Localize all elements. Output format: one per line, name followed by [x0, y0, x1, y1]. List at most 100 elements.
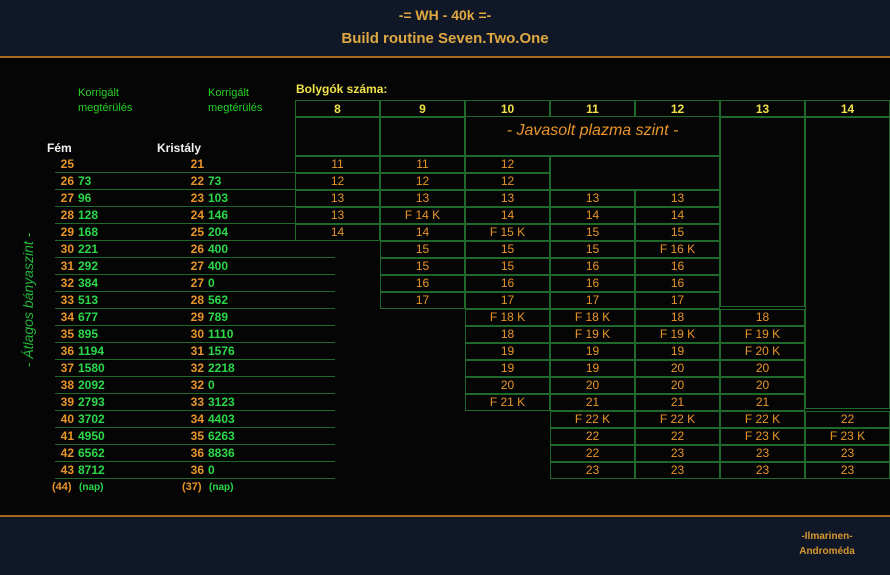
author-label: -Ilmarinen- [801, 531, 853, 542]
plasma-level-cell: 16 [635, 275, 720, 292]
kristaly-return: 562 [208, 293, 229, 307]
fem-return: 168 [78, 225, 99, 239]
fem-return: 4950 [78, 429, 105, 443]
kristaly-level: 24 [190, 208, 204, 222]
fem-level: 43 [60, 463, 74, 477]
plasma-level-cell: F 21 K [465, 394, 550, 411]
fem-return: 96 [78, 191, 92, 205]
kristaly-return: 400 [208, 242, 229, 256]
plasma-level-cell: 23 [550, 462, 635, 479]
fem-return: 513 [78, 293, 99, 307]
plasma-level-cell: 13 [635, 190, 720, 207]
page-subtitle: Build routine Seven.Two.One [341, 30, 549, 47]
plasma-level-cell: F 22 K [635, 411, 720, 428]
plasma-level-cell: 22 [550, 428, 635, 445]
fem-level: 36 [60, 344, 74, 358]
fem-level: 30 [60, 242, 74, 256]
kristaly-level: 27 [190, 259, 204, 273]
plasma-level-cell: F 19 K [635, 326, 720, 343]
plasma-level-cell: 18 [465, 326, 550, 343]
plasma-level-cell: 16 [465, 275, 550, 292]
fem-return: 384 [78, 276, 99, 290]
fem-return: 6562 [78, 446, 105, 460]
kristaly-level: 35 [190, 429, 204, 443]
plasma-level-cell: 23 [805, 445, 890, 462]
plasma-level-cell: F 23 K [720, 428, 805, 445]
fem-level: 37 [60, 361, 74, 375]
plasma-level-cell: 16 [380, 275, 465, 292]
planet-column-header: 10 [465, 100, 550, 117]
fem-return: 8712 [78, 463, 105, 477]
plasma-level-cell: 20 [635, 377, 720, 394]
plasma-level-cell: 14 [380, 224, 465, 241]
plasma-level-cell: 18 [720, 309, 805, 326]
fem-return: 1194 [78, 344, 105, 358]
fem-level: 26 [60, 174, 74, 188]
fem-level: 34 [60, 310, 74, 324]
plasma-level-cell: F 22 K [550, 411, 635, 428]
plasma-level-cell: 16 [635, 258, 720, 275]
kristaly-return: 73 [208, 174, 222, 188]
kristaly-return: 6263 [208, 429, 235, 443]
kristaly-return: 400 [208, 259, 229, 273]
plasma-level-cell: 23 [805, 462, 890, 479]
fem-return: 2793 [78, 395, 105, 409]
plasma-level-cell: 17 [635, 292, 720, 309]
plasma-level-cell: 11 [295, 156, 380, 173]
fem-level: 41 [60, 429, 74, 443]
plasma-level-cell: F 19 K [550, 326, 635, 343]
kristaly-return: 3123 [208, 395, 235, 409]
plasma-level-cell: 21 [550, 394, 635, 411]
fem-level: 31 [60, 259, 74, 273]
plasma-level-cell: 14 [465, 207, 550, 224]
plasma-level-cell: F 18 K [550, 309, 635, 326]
plasma-level-cell: 12 [465, 173, 550, 190]
kristaly-level: 23 [190, 191, 204, 205]
kristaly-level: 32 [190, 378, 204, 392]
fem-level: 35 [60, 327, 74, 341]
header-spacer [380, 117, 465, 156]
fem-korrigalt-label: Korrigált megtérülés [78, 87, 133, 114]
fem-level: 32 [60, 276, 74, 290]
fem-return: 3702 [78, 412, 105, 426]
fem-level: 28 [60, 208, 74, 222]
plasma-level-cell: 15 [380, 241, 465, 258]
plasma-level-cell: 14 [635, 207, 720, 224]
plasma-level-cell: 19 [550, 343, 635, 360]
plasma-level-cell: 13 [550, 190, 635, 207]
plasma-level-cell: 19 [465, 343, 550, 360]
plasma-level-cell: 12 [465, 156, 550, 173]
footer-banner: -Ilmarinen- Androméda [0, 515, 890, 575]
plasma-level-cell: F 18 K [465, 309, 550, 326]
kristaly-return: 0 [208, 463, 215, 477]
plasma-level-cell: 23 [720, 445, 805, 462]
plasma-level-cell: 17 [380, 292, 465, 309]
plasma-level-cell: 16 [550, 258, 635, 275]
row-divider [55, 478, 335, 479]
fem-return: 895 [78, 327, 99, 341]
plasma-level-cell: 15 [550, 224, 635, 241]
kristaly-level: 25 [190, 225, 204, 239]
plasma-level-cell: 14 [295, 224, 380, 241]
plasma-level-cell: 16 [550, 275, 635, 292]
kristaly-return: 2218 [208, 361, 235, 375]
plasma-level-cell: 20 [465, 377, 550, 394]
plasma-level-cell: 22 [550, 445, 635, 462]
plasma-level-cell: 22 [635, 428, 720, 445]
kristaly-return: 4403 [208, 412, 235, 426]
kristaly-level: 22 [190, 174, 204, 188]
plasma-level-cell: F 22 K [720, 411, 805, 428]
planet-column-header: 8 [295, 100, 380, 117]
planet-column-header: 14 [805, 100, 890, 117]
plasma-level-cell: 20 [720, 360, 805, 377]
plasma-level-cell: 19 [550, 360, 635, 377]
plasma-level-cell: 12 [295, 173, 380, 190]
kristaly-level: 36 [190, 446, 204, 460]
planet-column-header: 12 [635, 100, 720, 117]
fem-return: 221 [78, 242, 99, 256]
plasma-level-cell: 13 [465, 190, 550, 207]
plasma-level-cell: 23 [635, 445, 720, 462]
kristaly-average: (37) [182, 481, 202, 493]
fem-return: 1580 [78, 361, 105, 375]
kristaly-level: 21 [190, 157, 204, 171]
